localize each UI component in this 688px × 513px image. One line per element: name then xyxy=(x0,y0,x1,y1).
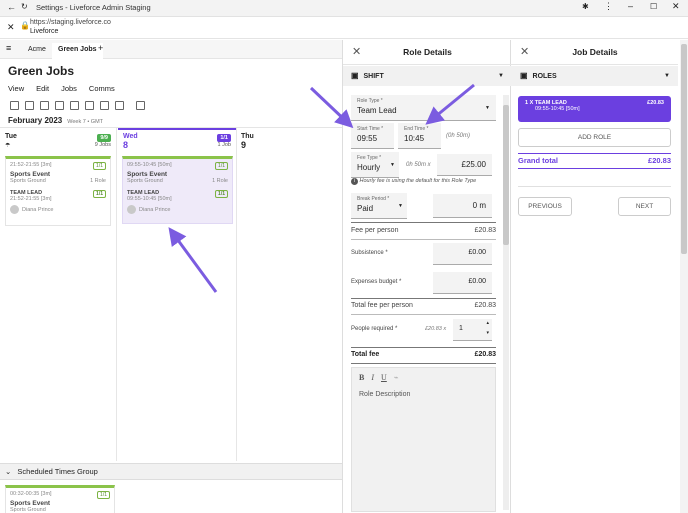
arrow-start-time xyxy=(309,86,354,129)
annotation-arrows xyxy=(168,83,475,293)
arrow-end-time xyxy=(425,83,475,125)
arrow-job-card xyxy=(168,227,218,293)
